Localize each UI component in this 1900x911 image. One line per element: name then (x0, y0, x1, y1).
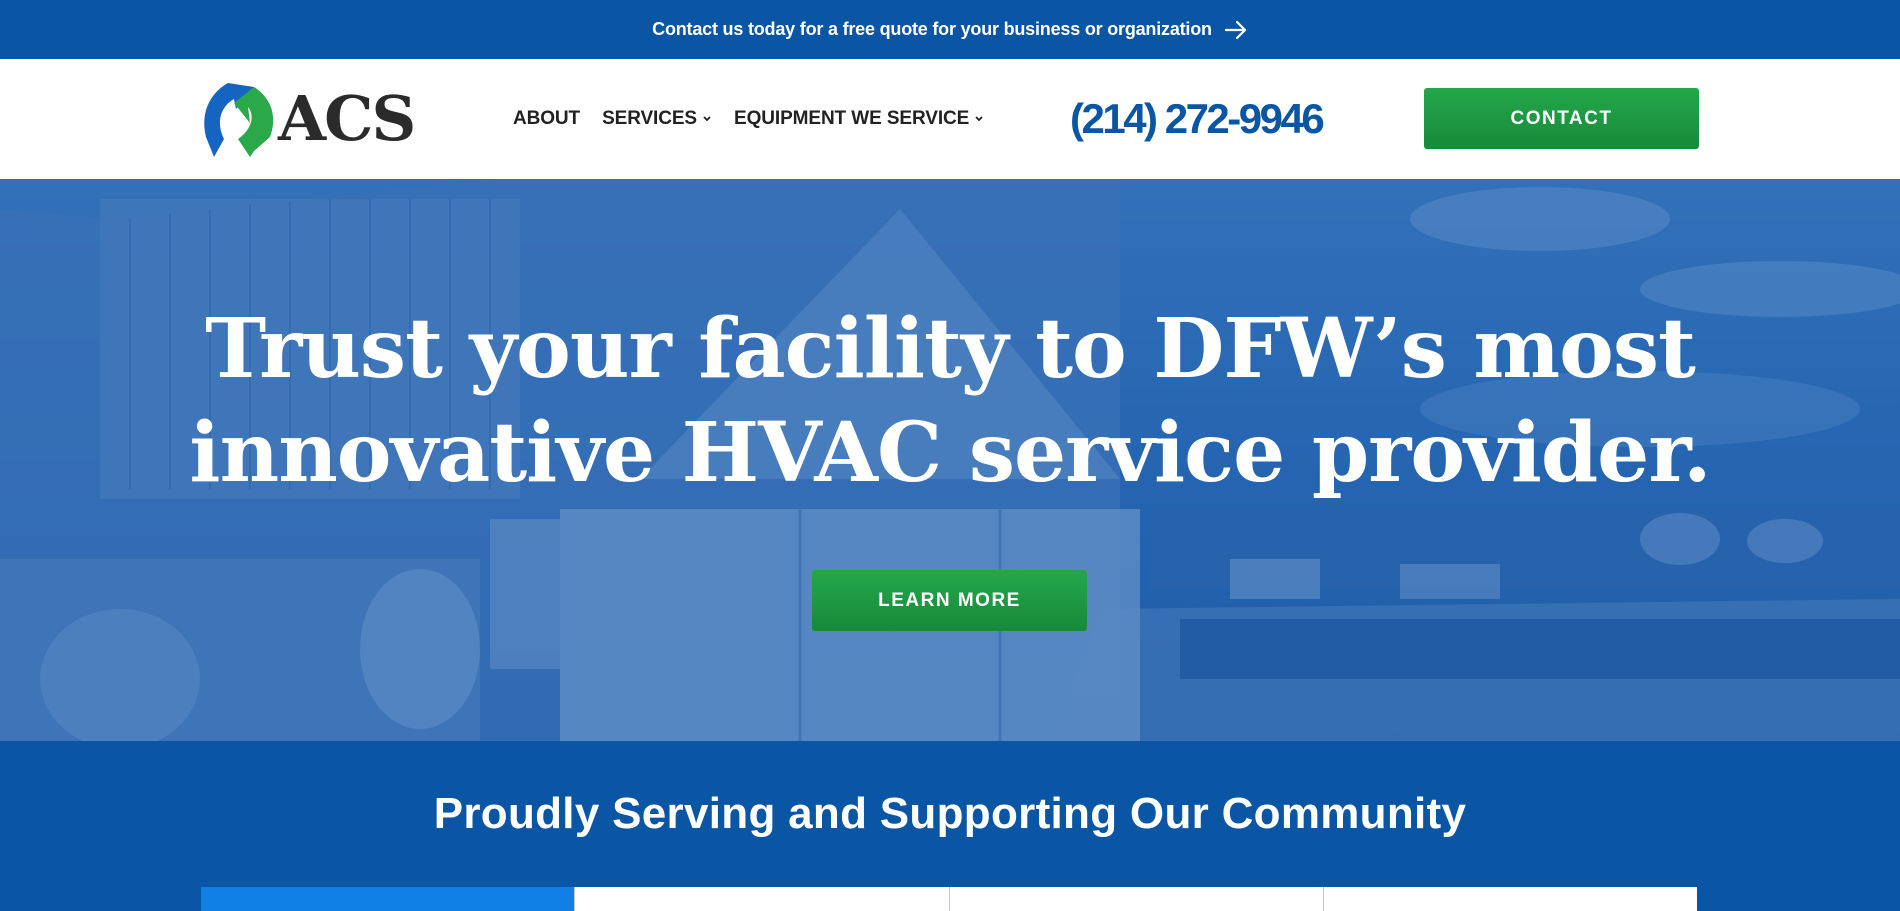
hero-section: Trust your facility to DFW’s most innova… (0, 179, 1900, 741)
community-tabs (201, 887, 1697, 911)
arrow-right-icon (1224, 20, 1248, 40)
community-tab-1[interactable] (201, 887, 575, 911)
nav-services[interactable]: SERVICES (602, 108, 712, 130)
hero-heading-line1: Trust your facility to DFW’s most (205, 301, 1696, 397)
nav-about-label: ABOUT (513, 108, 581, 129)
community-tab-3[interactable] (948, 887, 1323, 911)
banner-text: Contact us today for a free quote for yo… (652, 19, 1212, 39)
community-tab-4[interactable] (1322, 887, 1697, 911)
community-tab-2[interactable] (574, 887, 949, 911)
phone-link[interactable]: (214) 272-9946 (1070, 59, 1325, 179)
nav-services-label: SERVICES (602, 108, 698, 129)
nav-equipment[interactable]: EQUIPMENT WE SERVICE (734, 108, 984, 130)
hero-heading: Trust your facility to DFW’s most innova… (0, 297, 1900, 505)
chevron-down-icon (702, 115, 712, 123)
nav-equipment-label: EQUIPMENT WE SERVICE (734, 108, 970, 129)
contact-button[interactable]: CONTACT (1424, 88, 1699, 149)
chevron-down-icon (974, 115, 984, 123)
nav-about[interactable]: ABOUT (513, 108, 580, 130)
main-nav: ABOUT SERVICES EQUIPMENT WE SERVICE (513, 59, 984, 179)
logo-arrows-icon (204, 83, 274, 157)
learn-more-button[interactable]: LEARN MORE (812, 570, 1087, 631)
top-announcement-banner[interactable]: Contact us today for a free quote for yo… (0, 0, 1900, 59)
site-logo[interactable]: ACS (198, 79, 424, 159)
hero-heading-line2: innovative HVAC service provider. (189, 405, 1711, 501)
site-header: ACS ABOUT SERVICES EQUIPMENT WE SERVICE … (0, 59, 1900, 179)
community-section: Proudly Serving and Supporting Our Commu… (0, 741, 1900, 911)
logo-wordmark: ACS (278, 82, 416, 155)
community-title: Proudly Serving and Supporting Our Commu… (433, 789, 1467, 838)
